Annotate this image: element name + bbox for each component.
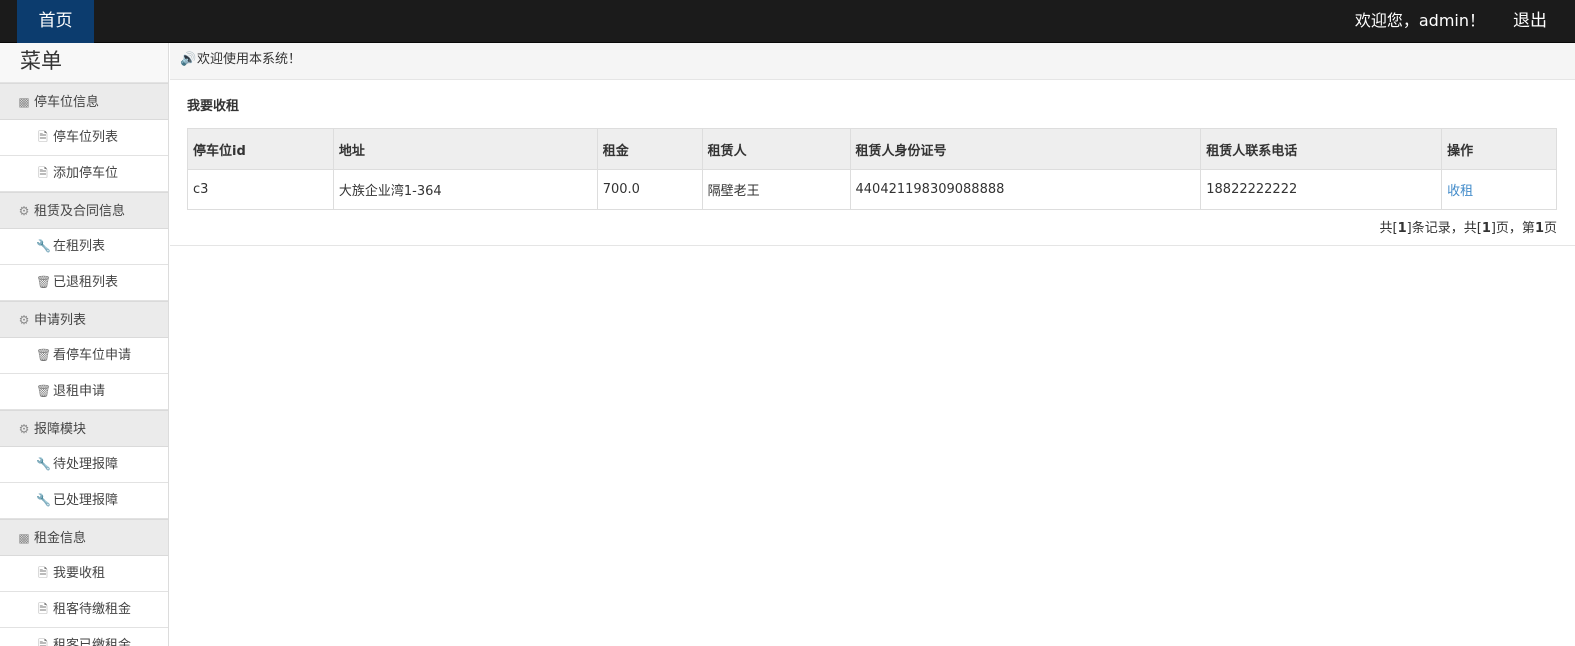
menu-group-label: 租金信息 <box>34 531 87 546</box>
menu-item-unpaid-rent[interactable]: 🗎 租客待缴租金 <box>0 592 168 628</box>
menu-group-label: 申请列表 <box>34 313 87 328</box>
total-records: 1 <box>1397 221 1407 236</box>
file-icon: 🗎 <box>38 130 48 144</box>
rent-table: 停车位id 地址 租金 租赁人 租赁人身份证号 租赁人联系电话 操作 c3 大族… <box>187 128 1557 210</box>
home-tab[interactable]: 首页 <box>17 0 94 43</box>
column-header: 操作 <box>1441 128 1557 170</box>
cell-phone: 18822222222 <box>1200 169 1443 210</box>
user-card-icon: ▩ <box>18 95 30 109</box>
collect-rent-link[interactable]: 收租 <box>1447 184 1473 199</box>
menu-item-paid-rent[interactable]: 🗎 租客已缴租金 <box>0 628 168 646</box>
pagination-text: 页 <box>1543 221 1557 236</box>
menu-item-label: 退租申请 <box>53 384 106 399</box>
menu-item-parking-list[interactable]: 🗎 停车位列表 <box>0 120 168 156</box>
gear-icon: ⚙ <box>18 422 30 436</box>
menu-group-parking-info[interactable]: ▩ 停车位信息 <box>0 83 168 120</box>
wrench-icon: 🔧 <box>36 457 51 471</box>
pagination-text: ]条记录，共[ <box>1406 221 1482 236</box>
menu-item-active-leases[interactable]: 🔧 在租列表 <box>0 229 168 265</box>
gear-icon: ⚙ <box>18 204 30 218</box>
menu-item-label: 添加停车位 <box>53 166 119 181</box>
menu-item-termination-requests[interactable]: 🗑 退租申请 <box>0 374 168 410</box>
table-header-row: 停车位id 地址 租金 租赁人 租赁人身份证号 租赁人联系电话 操作 <box>187 128 1557 170</box>
cell-address: 大族企业湾1-364 <box>332 169 598 210</box>
total-pages: 1 <box>1481 221 1491 236</box>
menu-item-handled-faults[interactable]: 🔧 已处理报障 <box>0 483 168 519</box>
file-icon: 🗎 <box>38 566 48 580</box>
column-header: 租赁人身份证号 <box>849 128 1202 170</box>
pagination-text: 共[ <box>1379 221 1398 236</box>
menu-item-ended-leases[interactable]: 🗑 已退租列表 <box>0 265 168 301</box>
cell-tenant: 隔壁老王 <box>701 169 851 210</box>
trash-icon: 🗑 <box>36 384 52 398</box>
collect-rent-panel: 我要收租 停车位id 地址 租金 租赁人 租赁人身份证号 租赁人联系电话 操作 … <box>170 80 1575 246</box>
column-header: 停车位id <box>187 128 334 170</box>
cell-parking-id: c3 <box>187 169 334 210</box>
sidebar-menu: 菜单 ▩ 停车位信息 🗎 停车位列表 🗎 添加停车位 ⚙ 租赁及合同信息 🔧 在租列表 🗑… <box>0 43 169 646</box>
file-icon: 🗎 <box>38 638 48 646</box>
menu-item-label: 租客待缴租金 <box>53 602 132 617</box>
menu-group-rent-info[interactable]: ▩ 租金信息 <box>0 519 168 556</box>
pagination-info: 共[1]条记录，共[1]页，第1页 <box>1380 217 1557 236</box>
logout-link[interactable]: 退出 <box>1513 0 1547 42</box>
file-icon: 🗎 <box>38 602 48 616</box>
menu-group-label: 租赁及合同信息 <box>34 204 126 219</box>
section-title: 我要收租 <box>187 99 240 114</box>
file-icon: 🗎 <box>38 166 48 180</box>
wrench-icon: 🔧 <box>36 239 51 253</box>
menu-item-label: 我要收租 <box>53 566 106 581</box>
notice-text: 欢迎使用本系统！ <box>197 52 302 67</box>
menu-group-fault-reports[interactable]: ⚙ 报障模块 <box>0 410 168 447</box>
column-header: 地址 <box>332 128 598 170</box>
column-header: 租金 <box>596 128 703 170</box>
column-header: 租赁人 <box>701 128 851 170</box>
menu-title: 菜单 <box>0 43 168 83</box>
speaker-icon: 🔊 <box>180 52 197 67</box>
welcome-text: 欢迎您，admin！ <box>1354 11 1485 30</box>
pagination-text: ]页，第 <box>1490 221 1535 236</box>
menu-group-applications[interactable]: ⚙ 申请列表 <box>0 301 168 338</box>
menu-item-add-parking[interactable]: 🗎 添加停车位 <box>0 156 168 192</box>
menu-item-pending-faults[interactable]: 🔧 待处理报障 <box>0 447 168 483</box>
top-navbar: 首页 欢迎您，admin！ 退出 <box>0 0 1575 43</box>
menu-item-label: 看停车位申请 <box>53 348 132 363</box>
cell-rent: 700.0 <box>596 169 703 210</box>
trash-icon: 🗑 <box>36 348 52 362</box>
wrench-icon: 🔧 <box>36 493 51 507</box>
column-header: 租赁人联系电话 <box>1200 128 1443 170</box>
menu-group-label: 报障模块 <box>34 422 87 437</box>
menu-item-label: 已处理报障 <box>53 493 119 508</box>
menu-item-label: 停车位列表 <box>53 130 119 145</box>
cell-action: 收租 <box>1441 169 1557 210</box>
current-page: 1 <box>1534 221 1544 236</box>
cell-id-number: 440421198309088888 <box>849 169 1202 210</box>
menu-item-label: 租客已缴租金 <box>53 638 132 646</box>
menu-group-lease-contract[interactable]: ⚙ 租赁及合同信息 <box>0 192 168 229</box>
menu-group-label: 停车位信息 <box>34 95 100 110</box>
menu-item-view-applications[interactable]: 🗑 看停车位申请 <box>0 338 168 374</box>
menu-item-collect-rent[interactable]: 🗎 我要收租 <box>0 556 168 592</box>
menu-item-label: 在租列表 <box>53 239 106 254</box>
main-content: 🔊欢迎使用本系统！ 我要收租 停车位id 地址 租金 租赁人 租赁人身份证号 租… <box>170 43 1575 646</box>
user-card-icon: ▩ <box>18 531 30 545</box>
menu-item-label: 待处理报障 <box>53 457 119 472</box>
menu-item-label: 已退租列表 <box>53 275 119 290</box>
table-row: c3 大族企业湾1-364 700.0 隔壁老王 440421198309088… <box>187 169 1557 210</box>
notice-bar: 🔊欢迎使用本系统！ <box>170 43 1575 80</box>
gear-icon: ⚙ <box>18 313 30 327</box>
trash-icon: 🗑 <box>36 275 52 289</box>
